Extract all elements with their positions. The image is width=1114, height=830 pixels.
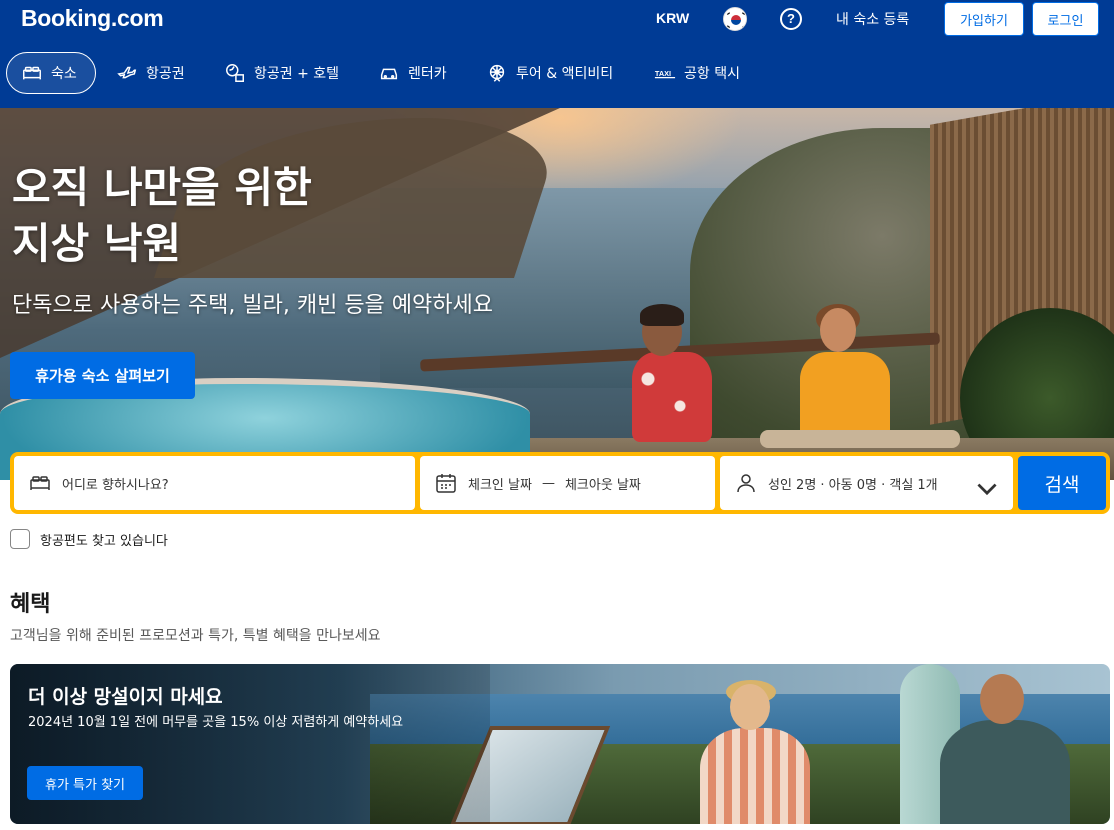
guests-summary: 성인 2명 · 아동 0명 · 객실 1개	[768, 477, 938, 493]
booking-logo[interactable]: Booking.com	[21, 5, 164, 32]
find-vacation-deals-button[interactable]: 휴가 특가 찾기	[27, 766, 143, 800]
flight-checkbox[interactable]	[10, 529, 30, 549]
nav-tab-label: 렌터카	[408, 66, 447, 82]
promo-description: 2024년 10월 1일 전에 머무를 곳을 15% 이상 저렴하게 예약하세요	[28, 715, 404, 730]
car-icon	[380, 68, 398, 80]
date-picker[interactable]: 체크인 날짜 — 체크아웃 날짜	[420, 456, 715, 510]
explore-vacation-rentals-button[interactable]: 휴가용 숙소 살펴보기	[10, 352, 195, 399]
nav-tab-flights[interactable]: 항공권	[102, 52, 199, 94]
destination-input[interactable]: 어디로 향하시나요?	[14, 456, 415, 510]
checkout-date: 체크아웃 날짜	[564, 477, 641, 493]
nav-tab-label: 항공권 + 호텔	[254, 66, 340, 82]
hero-table	[760, 430, 960, 448]
promo-person-man	[940, 674, 1070, 824]
taxi-icon: TAXI	[654, 69, 676, 79]
nav-tab-attractions[interactable]: 투어 & 액티비티	[472, 52, 627, 94]
promo-card: 더 이상 망설이지 마세요 2024년 10월 1일 전에 머무를 곳을 15%…	[10, 664, 1110, 824]
search-button[interactable]: 검색	[1018, 456, 1106, 510]
hero-title: 오직 나만을 위한 지상 낙원	[12, 160, 312, 272]
plane-hotel-icon	[226, 64, 244, 82]
search-bar: 어디로 향하시나요? 체크인 날짜 — 체크아웃 날짜 성인 2명 · 아동 0…	[10, 452, 1110, 514]
hero-person-man	[632, 304, 712, 442]
chevron-down-icon	[977, 483, 997, 496]
svg-text:TAXI: TAXI	[655, 69, 671, 78]
hero-title-line: 지상 낙원	[12, 219, 182, 268]
hero-title-line: 오직 나만을 위한	[12, 163, 312, 212]
currency-selector[interactable]: KRW	[656, 10, 689, 26]
destination-placeholder: 어디로 향하시나요?	[62, 477, 169, 493]
nav-tab-airport-taxi[interactable]: TAXI 공항 택시	[640, 52, 754, 94]
register-button[interactable]: 가입하기	[944, 2, 1024, 36]
hero-person-woman	[790, 304, 890, 442]
login-button[interactable]: 로그인	[1032, 2, 1099, 36]
deals-subtitle: 고객님을 위해 준비된 프로모션과 특가, 특별 혜택을 만나보세요	[10, 628, 381, 644]
guests-selector[interactable]: 성인 2명 · 아동 0명 · 객실 1개	[720, 456, 1013, 510]
nav-tab-label: 숙소	[51, 66, 77, 82]
nav-tab-stays[interactable]: 숙소	[6, 52, 96, 94]
bed-icon	[30, 476, 50, 490]
nav-tab-label: 항공권	[146, 66, 185, 82]
promo-title: 더 이상 망설이지 마세요	[28, 686, 223, 708]
bed-icon	[23, 66, 41, 80]
checkin-date: 체크인 날짜	[468, 477, 532, 493]
deals-heading: 혜택	[10, 592, 51, 617]
nav-tab-flight-hotel[interactable]: 항공권 + 호텔	[210, 52, 353, 94]
help-icon[interactable]: ?	[780, 8, 802, 30]
attractions-icon	[489, 64, 505, 82]
promo-person-woman	[700, 680, 810, 824]
main-nav: 숙소 항공권 항공권 + 호텔 렌터카 투어 & 액티비티 TAXI 공항 택시	[0, 50, 1114, 96]
person-icon	[737, 474, 755, 493]
flight-checkbox-label: 항공편도 찾고 있습니다	[40, 533, 168, 549]
flight-checkbox-row[interactable]: 항공편도 찾고 있습니다	[10, 529, 168, 549]
nav-tab-car-rental[interactable]: 렌터카	[364, 52, 461, 94]
korea-flag-icon[interactable]	[723, 7, 747, 31]
calendar-icon	[436, 474, 456, 493]
list-property-link[interactable]: 내 숙소 등록	[836, 9, 909, 29]
nav-tab-label: 투어 & 액티비티	[516, 66, 614, 82]
site-header: Booking.com KRW ? 내 숙소 등록 가입하기 로그인 숙소 항공…	[0, 0, 1114, 108]
plane-icon	[117, 66, 137, 79]
nav-tab-label: 공항 택시	[684, 66, 740, 82]
hero-subtitle: 단독으로 사용하는 주택, 빌라, 캐빈 등을 예약하세요	[12, 293, 493, 318]
date-separator: —	[541, 475, 555, 491]
